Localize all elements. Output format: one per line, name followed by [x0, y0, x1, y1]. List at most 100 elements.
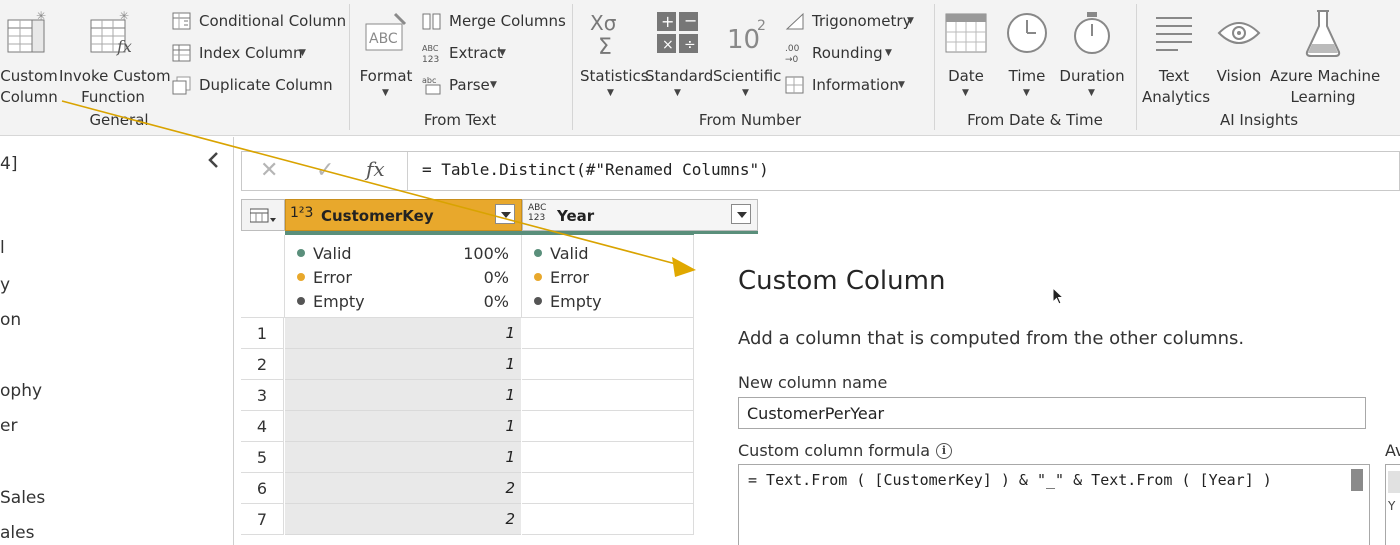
customerkey-cell[interactable]: 2	[285, 504, 521, 535]
cancel-formula-icon[interactable]: ✕	[260, 158, 278, 183]
year-cell[interactable]	[522, 380, 694, 411]
svg-text:Xσ: Xσ	[590, 11, 617, 35]
table-menu-button[interactable]	[241, 199, 285, 231]
svg-text:10: 10	[727, 25, 760, 54]
conditional-column-button[interactable]: Conditional Column	[172, 10, 346, 32]
row-number[interactable]: 3	[241, 380, 284, 411]
svg-text:fx: fx	[116, 37, 132, 56]
extract-label: Extract	[449, 44, 503, 62]
available-columns-list[interactable]: Y	[1385, 464, 1400, 545]
any-type-icon[interactable]: ABC 123	[528, 203, 550, 223]
index-column-button[interactable]: Index Column ▼	[172, 42, 342, 64]
row-number[interactable]: 1	[241, 318, 284, 349]
formula-bar: ✕ ✓ fx = Table.Distinct(#"Renamed Column…	[241, 151, 1400, 191]
formula-scrollbar-thumb[interactable]	[1351, 469, 1363, 491]
trigonometry-button[interactable]: Trigonometry ▼	[785, 10, 930, 32]
query-list-item[interactable]: Sales	[0, 488, 45, 508]
duplicate-column-button[interactable]: Duplicate Column	[172, 74, 342, 96]
column-header-year[interactable]: ABC 123 Year	[522, 199, 758, 231]
row-number[interactable]: 2	[241, 349, 284, 380]
info-icon[interactable]: i	[936, 443, 952, 459]
standard-button[interactable]: + − × ÷ Standard ▼	[645, 4, 714, 104]
parse-button[interactable]: abc Parse ▼	[422, 74, 567, 96]
available-column-item-selected[interactable]	[1388, 471, 1400, 493]
query-list-item[interactable]: 4]	[0, 154, 17, 174]
row-number[interactable]: 7	[241, 504, 284, 535]
year-cell[interactable]	[522, 473, 694, 504]
query-list-item[interactable]: l	[0, 238, 5, 258]
duration-button[interactable]: Duration ▼	[1058, 4, 1126, 104]
index-column-icon	[172, 44, 191, 62]
text-analytics-label-2: Analytics	[1142, 88, 1211, 106]
custom-column-button[interactable]: ✳ Custom Column	[0, 4, 58, 106]
year-cell[interactable]	[522, 442, 694, 473]
customerkey-cell[interactable]: 2	[285, 473, 521, 504]
format-button[interactable]: ABC Format ▼	[357, 4, 415, 104]
statistics-button[interactable]: Xσ Σ Statistics ▼	[580, 4, 649, 104]
ribbon-separator	[1136, 4, 1137, 130]
group-label-general: General	[89, 111, 149, 129]
whole-number-type-icon[interactable]: 1²3	[290, 205, 313, 221]
scientific-button[interactable]: 10 2 Scientific ▼	[713, 4, 782, 104]
available-column-item[interactable]: Y	[1388, 499, 1395, 513]
vision-button[interactable]: Vision	[1210, 4, 1268, 104]
commit-formula-icon[interactable]: ✓	[316, 158, 334, 183]
collapse-pane-chevron-icon[interactable]	[206, 151, 222, 169]
formula-text[interactable]: = Table.Distinct(#"Renamed Columns")	[422, 160, 769, 179]
customerkey-cell[interactable]: 1	[285, 411, 521, 442]
invoke-custom-function-button[interactable]: fx ✳ Invoke Custom Function	[59, 4, 171, 106]
duration-label: Duration	[1059, 67, 1125, 85]
year-cell[interactable]	[522, 504, 694, 535]
column-filter-dropdown-icon[interactable]	[495, 204, 515, 224]
standard-dropdown-icon: ▼	[674, 88, 681, 98]
date-button[interactable]: Date ▼	[940, 4, 992, 104]
information-icon	[785, 76, 804, 94]
group-label-ai-insights: AI Insights	[1219, 111, 1299, 129]
new-column-name-input[interactable]	[738, 397, 1366, 429]
column-filter-dropdown-icon[interactable]	[731, 204, 751, 224]
time-button[interactable]: Time ▼	[1000, 4, 1054, 104]
year-cell[interactable]	[522, 349, 694, 380]
information-button[interactable]: Information ▼	[785, 74, 930, 96]
customerkey-cell[interactable]: 1	[285, 380, 521, 411]
column-quality-customerkey: Valid 100% Error 0% Empty 0%	[285, 235, 522, 318]
ribbon-separator	[349, 4, 350, 130]
format-label: Format	[359, 67, 413, 85]
custom-column-formula-editor[interactable]: = Text.From ( [CustomerKey] ) & "_" & Te…	[738, 464, 1370, 545]
query-list-item[interactable]: er	[0, 416, 17, 436]
row-number[interactable]: 4	[241, 411, 284, 442]
customerkey-cell[interactable]: 1	[285, 349, 521, 380]
format-dropdown-icon: ▼	[382, 88, 389, 98]
query-list-item[interactable]: on	[0, 310, 21, 330]
query-list-item[interactable]: ophy	[0, 381, 42, 401]
statistics-label: Statistics	[580, 67, 649, 85]
year-cell[interactable]	[522, 318, 694, 349]
custom-column-formula-text[interactable]: = Text.From ( [CustomerKey] ) & "_" & Te…	[748, 471, 1272, 489]
row-number[interactable]: 5	[241, 442, 284, 473]
quality-valid-pct: 100%	[463, 244, 509, 263]
group-label-from-date-time: From Date & Time	[967, 111, 1103, 129]
extract-button[interactable]: ABC 123 Extract ▼	[422, 42, 567, 64]
new-column-name-label: New column name	[738, 373, 888, 392]
ribbon-separator	[934, 4, 935, 130]
clock-icon	[1007, 13, 1047, 53]
scientific-label: Scientific	[713, 67, 782, 85]
extract-icon: ABC 123	[422, 44, 439, 64]
queries-pane: 4] l y on ophy er Sales ales	[0, 137, 234, 545]
scientific-icon: 10 2	[727, 18, 766, 54]
standard-label: Standard	[645, 67, 714, 85]
time-dropdown-icon: ▼	[1023, 88, 1030, 98]
column-header-customerkey[interactable]: 1²3 CustomerKey	[285, 199, 522, 231]
azure-ml-button[interactable]: Azure Machine Learning	[1270, 4, 1380, 106]
rounding-dropdown-icon: ▼	[885, 48, 892, 58]
customerkey-cell[interactable]: 1	[285, 442, 521, 473]
row-number[interactable]: 6	[241, 473, 284, 504]
query-list-item[interactable]: ales	[0, 523, 34, 543]
rounding-button[interactable]: .00 →0 Rounding ▼	[785, 42, 930, 64]
merge-columns-button[interactable]: Merge Columns	[422, 10, 567, 32]
query-list-item[interactable]: y	[0, 275, 10, 295]
year-cell[interactable]	[522, 411, 694, 442]
text-analytics-button[interactable]: Text Analytics	[1142, 4, 1211, 106]
fx-icon[interactable]: fx	[366, 157, 385, 181]
customerkey-cell[interactable]: 1	[285, 318, 521, 349]
